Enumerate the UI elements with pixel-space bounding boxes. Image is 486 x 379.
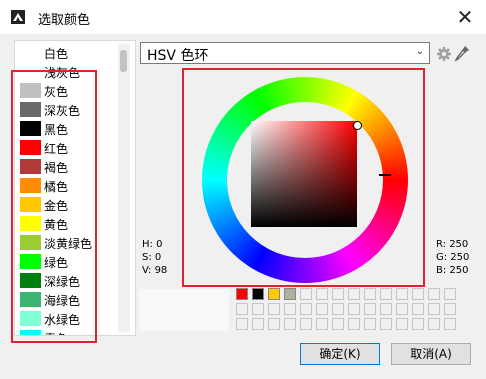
color-picker-app-icon bbox=[11, 10, 25, 24]
gear-icon[interactable] bbox=[436, 46, 452, 62]
selected-color-preview bbox=[139, 289, 229, 331]
list-item[interactable]: 白色 bbox=[15, 43, 133, 62]
color-mode-dropdown[interactable]: HSV 色环 ⌄ bbox=[140, 42, 430, 64]
color-swatch bbox=[20, 45, 41, 60]
color-cell[interactable] bbox=[444, 288, 456, 300]
color-cell[interactable] bbox=[332, 303, 344, 315]
color-cell[interactable] bbox=[252, 303, 264, 315]
color-cell[interactable] bbox=[348, 288, 360, 300]
title-bar: 选取颜色 ✕ bbox=[0, 0, 486, 34]
color-cell[interactable] bbox=[412, 288, 424, 300]
color-cell[interactable] bbox=[428, 303, 440, 315]
color-cell[interactable] bbox=[364, 288, 376, 300]
window-title: 选取颜色 bbox=[38, 13, 91, 28]
close-button[interactable]: ✕ bbox=[452, 4, 478, 30]
list-highlight-box bbox=[11, 70, 97, 343]
color-cell[interactable] bbox=[252, 318, 264, 330]
color-cell[interactable] bbox=[364, 303, 376, 315]
color-cell[interactable] bbox=[380, 318, 392, 330]
wheel-highlight-box bbox=[182, 68, 425, 287]
color-cell[interactable] bbox=[316, 288, 328, 300]
color-cell[interactable] bbox=[428, 318, 440, 330]
color-cell[interactable] bbox=[268, 318, 280, 330]
color-cell[interactable] bbox=[396, 303, 408, 315]
brightness-value: V: 98 bbox=[142, 265, 168, 276]
color-cell[interactable] bbox=[316, 318, 328, 330]
chevron-down-icon: ⌄ bbox=[415, 46, 424, 57]
color-cell[interactable] bbox=[332, 288, 344, 300]
color-cell[interactable] bbox=[380, 303, 392, 315]
ok-button[interactable]: 确定(K) bbox=[300, 343, 380, 365]
rgb-readout: R: 250 G: 250 B: 250 bbox=[436, 238, 469, 277]
eyedropper-icon[interactable] bbox=[454, 45, 470, 62]
blue-value: B: 250 bbox=[436, 265, 469, 276]
color-cell[interactable] bbox=[332, 318, 344, 330]
color-cell[interactable] bbox=[348, 303, 360, 315]
recent-color-cell[interactable] bbox=[284, 288, 296, 300]
color-cell[interactable] bbox=[300, 288, 312, 300]
list-scrollbar[interactable] bbox=[118, 44, 130, 332]
color-cell[interactable] bbox=[444, 303, 456, 315]
color-cell[interactable] bbox=[396, 318, 408, 330]
recent-color-cell[interactable] bbox=[236, 288, 248, 300]
recent-color-cell[interactable] bbox=[268, 288, 280, 300]
green-value: G: 250 bbox=[436, 252, 470, 263]
color-cell[interactable] bbox=[236, 318, 248, 330]
color-cell[interactable] bbox=[300, 318, 312, 330]
color-cell[interactable] bbox=[412, 303, 424, 315]
color-cell[interactable] bbox=[348, 318, 360, 330]
color-mode-value: HSV 色环 bbox=[147, 48, 209, 64]
cancel-button[interactable]: 取消(A) bbox=[391, 343, 471, 365]
red-value: R: 250 bbox=[436, 239, 469, 250]
hsv-readout: H: 0 S: 0 V: 98 bbox=[142, 238, 167, 277]
color-cell[interactable] bbox=[428, 288, 440, 300]
color-cell[interactable] bbox=[284, 318, 296, 330]
color-cell[interactable] bbox=[412, 318, 424, 330]
color-cell[interactable] bbox=[316, 303, 328, 315]
hue-value: H: 0 bbox=[142, 239, 163, 250]
color-cell[interactable] bbox=[236, 303, 248, 315]
close-icon: ✕ bbox=[456, 5, 474, 29]
color-cell[interactable] bbox=[396, 288, 408, 300]
color-cell[interactable] bbox=[444, 318, 456, 330]
recent-color-cell[interactable] bbox=[252, 288, 264, 300]
color-cell[interactable] bbox=[364, 318, 376, 330]
color-cell[interactable] bbox=[268, 303, 280, 315]
scrollbar-thumb[interactable] bbox=[120, 50, 127, 72]
color-cell[interactable] bbox=[284, 303, 296, 315]
color-cell[interactable] bbox=[300, 303, 312, 315]
color-name: 白色 bbox=[44, 47, 69, 61]
color-cell[interactable] bbox=[380, 288, 392, 300]
saturation-value: S: 0 bbox=[142, 252, 162, 263]
